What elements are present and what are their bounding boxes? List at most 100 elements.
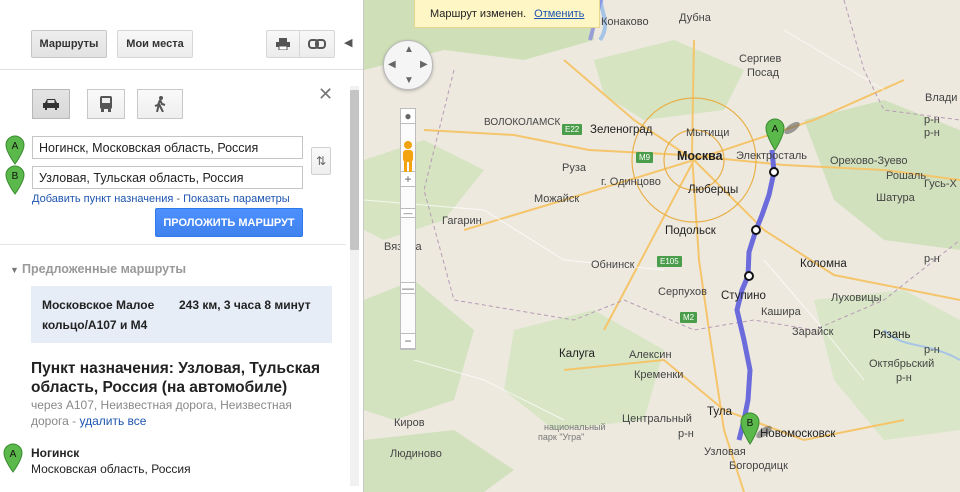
destination-input[interactable] (32, 166, 303, 189)
routes-button[interactable]: Маршруты (31, 30, 107, 58)
map-label: Луховицы (831, 292, 882, 304)
add-destination-link[interactable]: Добавить пункт назначения (32, 193, 173, 205)
road-shield: M9 (636, 152, 654, 163)
map-label: Гусь-Х (924, 178, 957, 190)
svg-text:A: A (12, 141, 19, 152)
chevron-left-icon[interactable]: ◀ (344, 36, 354, 50)
map-label: Гагарин (442, 215, 482, 227)
swap-icon: ⇅ (315, 154, 327, 168)
map-label: парк "Угра" (538, 432, 585, 442)
pan-control[interactable]: ▲ ▼ ◀ ▶ (383, 40, 433, 90)
suggested-routes-header[interactable]: ▼ Предложенные маршруты (10, 262, 186, 276)
map-label: Богородицк (729, 460, 788, 472)
map-label: г. Одинцово (601, 176, 661, 188)
mode-walk-button[interactable] (137, 89, 183, 119)
step-title: Ногинск (31, 446, 80, 460)
map-label: р-н (924, 253, 940, 265)
map-label: Влади (925, 92, 958, 104)
pan-left-icon[interactable]: ◀ (388, 59, 396, 70)
pan-up-icon[interactable]: ▲ (404, 44, 414, 55)
map-label: Электросталь (736, 150, 807, 162)
route-distance-time: 243 км, 3 часа 8 минут (179, 298, 311, 312)
map-label: р-н (924, 114, 940, 126)
remove-all-link[interactable]: удалить все (79, 414, 146, 428)
map-label: Орехово-Зуево (830, 155, 908, 167)
toast-text: Маршрут изменен. (430, 7, 527, 20)
mode-car-button[interactable] (32, 89, 70, 119)
svg-text:A: A (10, 449, 17, 460)
map-label: Людиново (390, 448, 442, 460)
map-label: Кременки (634, 369, 684, 381)
map-label: Центральный (622, 413, 692, 425)
zoom-out-button[interactable]: − (400, 333, 416, 349)
map-label: р-н (896, 372, 912, 384)
map-marker-b[interactable]: B (739, 411, 761, 445)
route-changed-toast: Маршрут изменен. Отменить (414, 0, 600, 28)
scrollbar-thumb[interactable] (350, 90, 359, 250)
map-label: Посад (747, 67, 780, 79)
map-label: Алексин (629, 349, 672, 361)
panel-scrollbar[interactable] (347, 86, 361, 486)
map-label: Шатура (876, 192, 915, 204)
marker-a-icon: A (5, 135, 25, 165)
map-label: Ступино (721, 290, 766, 302)
pan-down-icon[interactable]: ▼ (404, 75, 414, 86)
show-options-link[interactable]: Показать параметры (183, 193, 290, 205)
mode-transit-button[interactable] (87, 89, 125, 119)
map-label: Кашира (761, 306, 801, 318)
road-shield: E22 (562, 124, 583, 135)
route-name: Московское Малое кольцо/A107 и M4 (42, 298, 155, 332)
map-label: Зарайск (792, 326, 834, 338)
zoom-in-button[interactable]: + (400, 171, 416, 187)
my-places-button[interactable]: Мои места (117, 30, 193, 58)
zoom-slider-handle[interactable]: — (400, 281, 416, 295)
map-label: Зеленоград (590, 124, 653, 136)
plus-icon: + (404, 172, 412, 186)
zoom-tick[interactable]: — (400, 208, 416, 218)
via-roads: через A107, Неизвестная дорога, Неизвест… (31, 397, 331, 429)
road-shield: E105 (657, 256, 682, 267)
svg-text:B: B (12, 171, 19, 182)
minus-icon: − (404, 334, 412, 348)
road-shield: M2 (680, 312, 698, 323)
map-label: Рязань (873, 329, 911, 341)
divider (0, 244, 346, 245)
link-button[interactable] (299, 30, 335, 58)
map-label: р-н (924, 344, 940, 356)
map-label: Конаково (601, 16, 649, 28)
pegman-icon[interactable] (401, 141, 415, 173)
map-label: Сергиев (739, 53, 782, 65)
map-canvas[interactable]: A B Конаково Дубна Сергиев Посад Влади В… (364, 0, 960, 492)
get-directions-button[interactable]: ПРОЛОЖИТЬ МАРШРУТ (155, 208, 303, 237)
map-marker-a[interactable]: A (764, 117, 786, 151)
car-icon (43, 99, 59, 110)
walk-icon (154, 96, 166, 112)
bus-icon (100, 96, 112, 112)
map-label: Руза (562, 162, 586, 174)
origin-input[interactable] (32, 136, 303, 159)
undo-link[interactable]: Отменить (534, 8, 584, 20)
zoom-reset-button[interactable]: ● (400, 108, 416, 124)
route-option[interactable]: Московское Малое кольцо/A107 и M4 243 км… (31, 286, 332, 343)
map-label: Подольск (665, 225, 716, 237)
print-button[interactable] (266, 30, 300, 58)
map-label: Киров (394, 417, 425, 429)
map-label: Можайск (534, 193, 580, 205)
panel-toolbar: Маршруты Мои места (0, 0, 363, 70)
link-icon (308, 39, 326, 49)
map-label: Рошаль (886, 170, 927, 182)
map-label: Дубна (679, 12, 711, 24)
map-label: Обнинск (591, 259, 635, 271)
directions-panel: Маршруты Мои места ◀ ✕ A Ногинск, Москов… (0, 0, 364, 492)
link-separator: - (176, 193, 181, 205)
via-text: через A107, Неизвестная дорога, Неизвест… (31, 398, 292, 428)
marker-a-icon: A (3, 443, 23, 473)
map-label: Узловая (704, 446, 746, 458)
map-label: Новомосковск (760, 428, 836, 440)
map-label: р-н (924, 127, 940, 139)
swap-button[interactable]: ⇅ (311, 147, 331, 175)
map-label: Калуга (559, 348, 595, 360)
destination-title: Пункт назначения: Узловая, Тульская обла… (31, 360, 321, 396)
pan-right-icon[interactable]: ▶ (420, 59, 428, 70)
close-icon[interactable]: ✕ (318, 84, 334, 105)
